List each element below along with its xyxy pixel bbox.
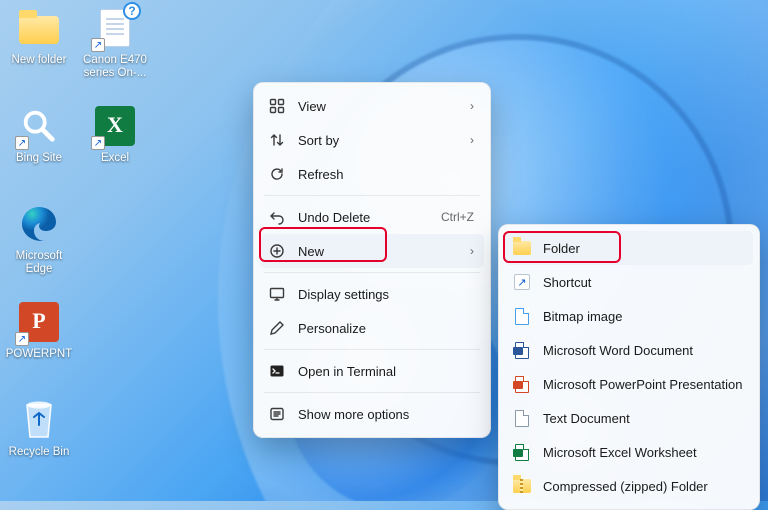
powerpoint-file-icon xyxy=(513,375,531,393)
desktop-icon-label: Microsoft Edge xyxy=(5,250,73,276)
desktop-context-menu: View › Sort by › Refresh Undo Delete Ctr… xyxy=(253,82,491,438)
menu-item-label: View xyxy=(298,99,458,114)
menu-item-label: Sort by xyxy=(298,133,458,148)
menu-separator xyxy=(264,272,480,273)
menu-item-label: Microsoft PowerPoint Presentation xyxy=(543,377,743,392)
menu-item-label: Personalize xyxy=(298,321,474,336)
submenu-item-shortcut[interactable]: ↗ Shortcut xyxy=(505,265,753,299)
submenu-item-folder[interactable]: Folder xyxy=(505,231,753,265)
menu-item-label: Compressed (zipped) Folder xyxy=(543,479,743,494)
desktop-icon-label: New folder xyxy=(12,54,67,67)
chevron-right-icon: › xyxy=(470,244,474,258)
menu-item-undo-delete[interactable]: Undo Delete Ctrl+Z xyxy=(260,200,484,234)
magnifier-icon: ↗ xyxy=(17,104,61,148)
menu-item-label: Microsoft Word Document xyxy=(543,343,743,358)
word-file-icon xyxy=(513,341,531,359)
excel-file-icon xyxy=(513,443,531,461)
desktop-icon-label: Canon E470 series On-... xyxy=(81,54,149,80)
menu-item-label: New xyxy=(298,244,458,259)
sort-icon xyxy=(268,131,286,149)
menu-item-label: Open in Terminal xyxy=(298,364,474,379)
view-icon xyxy=(268,97,286,115)
desktop-icon-label: POWERPNT xyxy=(6,348,72,361)
submenu-item-text[interactable]: Text Document xyxy=(505,401,753,435)
more-options-icon xyxy=(268,405,286,423)
shortcut-arrow-icon: ↗ xyxy=(91,38,105,52)
desktop-icon-edge[interactable]: Microsoft Edge xyxy=(4,200,74,296)
undo-icon xyxy=(268,208,286,226)
desktop-icon-canon-help[interactable]: ? ↗ Canon E470 series On-... xyxy=(80,4,150,100)
menu-item-show-more-options[interactable]: Show more options xyxy=(260,397,484,431)
desktop-icon-powerpnt[interactable]: P ↗ POWERPNT xyxy=(4,298,74,394)
menu-separator xyxy=(264,392,480,393)
menu-item-label: Shortcut xyxy=(543,275,743,290)
desktop-icon-bing-site[interactable]: ↗ Bing Site xyxy=(4,102,74,198)
menu-item-personalize[interactable]: Personalize xyxy=(260,311,484,345)
shortcut-arrow-icon: ↗ xyxy=(91,136,105,150)
new-submenu: Folder ↗ Shortcut Bitmap image Microsoft… xyxy=(498,224,760,510)
chevron-right-icon: › xyxy=(470,133,474,147)
menu-item-label: Undo Delete xyxy=(298,210,429,225)
help-badge-icon: ? xyxy=(123,2,141,20)
display-settings-icon xyxy=(268,285,286,303)
menu-item-label: Display settings xyxy=(298,287,474,302)
terminal-icon xyxy=(268,362,286,380)
desktop-icon-excel[interactable]: X ↗ Excel xyxy=(80,102,150,198)
personalize-icon xyxy=(268,319,286,337)
desktop-icon-label: Excel xyxy=(101,152,129,165)
zip-folder-icon xyxy=(513,477,531,495)
desktop-icon-label: Bing Site xyxy=(16,152,62,165)
submenu-item-excel[interactable]: Microsoft Excel Worksheet xyxy=(505,435,753,469)
recycle-bin-icon xyxy=(17,398,61,442)
desktop-icon-new-folder[interactable]: New folder xyxy=(4,4,74,100)
menu-item-label: Text Document xyxy=(543,411,743,426)
folder-icon xyxy=(513,239,531,257)
menu-item-new[interactable]: New › xyxy=(260,234,484,268)
menu-item-refresh[interactable]: Refresh xyxy=(260,157,484,191)
menu-item-display-settings[interactable]: Display settings xyxy=(260,277,484,311)
submenu-item-powerpoint[interactable]: Microsoft PowerPoint Presentation xyxy=(505,367,753,401)
new-icon xyxy=(268,242,286,260)
refresh-icon xyxy=(268,165,286,183)
desktop-icon-label: Recycle Bin xyxy=(9,446,70,459)
menu-separator xyxy=(264,349,480,350)
menu-separator xyxy=(264,195,480,196)
submenu-item-word[interactable]: Microsoft Word Document xyxy=(505,333,753,367)
shortcut-arrow-icon: ↗ xyxy=(15,136,29,150)
menu-item-label: Show more options xyxy=(298,407,474,422)
desktop-icon-grid: New folder ? ↗ Canon E470 series On-... … xyxy=(4,4,150,492)
shortcut-arrow-icon: ↗ xyxy=(15,332,29,346)
submenu-item-bitmap[interactable]: Bitmap image xyxy=(505,299,753,333)
menu-item-label: Microsoft Excel Worksheet xyxy=(543,445,743,460)
desktop-icon-recycle-bin[interactable]: Recycle Bin xyxy=(4,396,74,492)
menu-item-sort-by[interactable]: Sort by › xyxy=(260,123,484,157)
bitmap-file-icon xyxy=(513,307,531,325)
menu-item-view[interactable]: View › xyxy=(260,89,484,123)
menu-item-accelerator: Ctrl+Z xyxy=(441,210,474,224)
menu-item-label: Folder xyxy=(543,241,743,256)
edge-icon xyxy=(17,202,61,246)
menu-item-open-terminal[interactable]: Open in Terminal xyxy=(260,354,484,388)
menu-item-label: Refresh xyxy=(298,167,474,182)
submenu-item-compressed[interactable]: Compressed (zipped) Folder xyxy=(505,469,753,503)
chevron-right-icon: › xyxy=(470,99,474,113)
text-file-icon xyxy=(513,409,531,427)
menu-item-label: Bitmap image xyxy=(543,309,743,324)
folder-icon xyxy=(19,16,59,44)
shortcut-icon: ↗ xyxy=(513,273,531,291)
